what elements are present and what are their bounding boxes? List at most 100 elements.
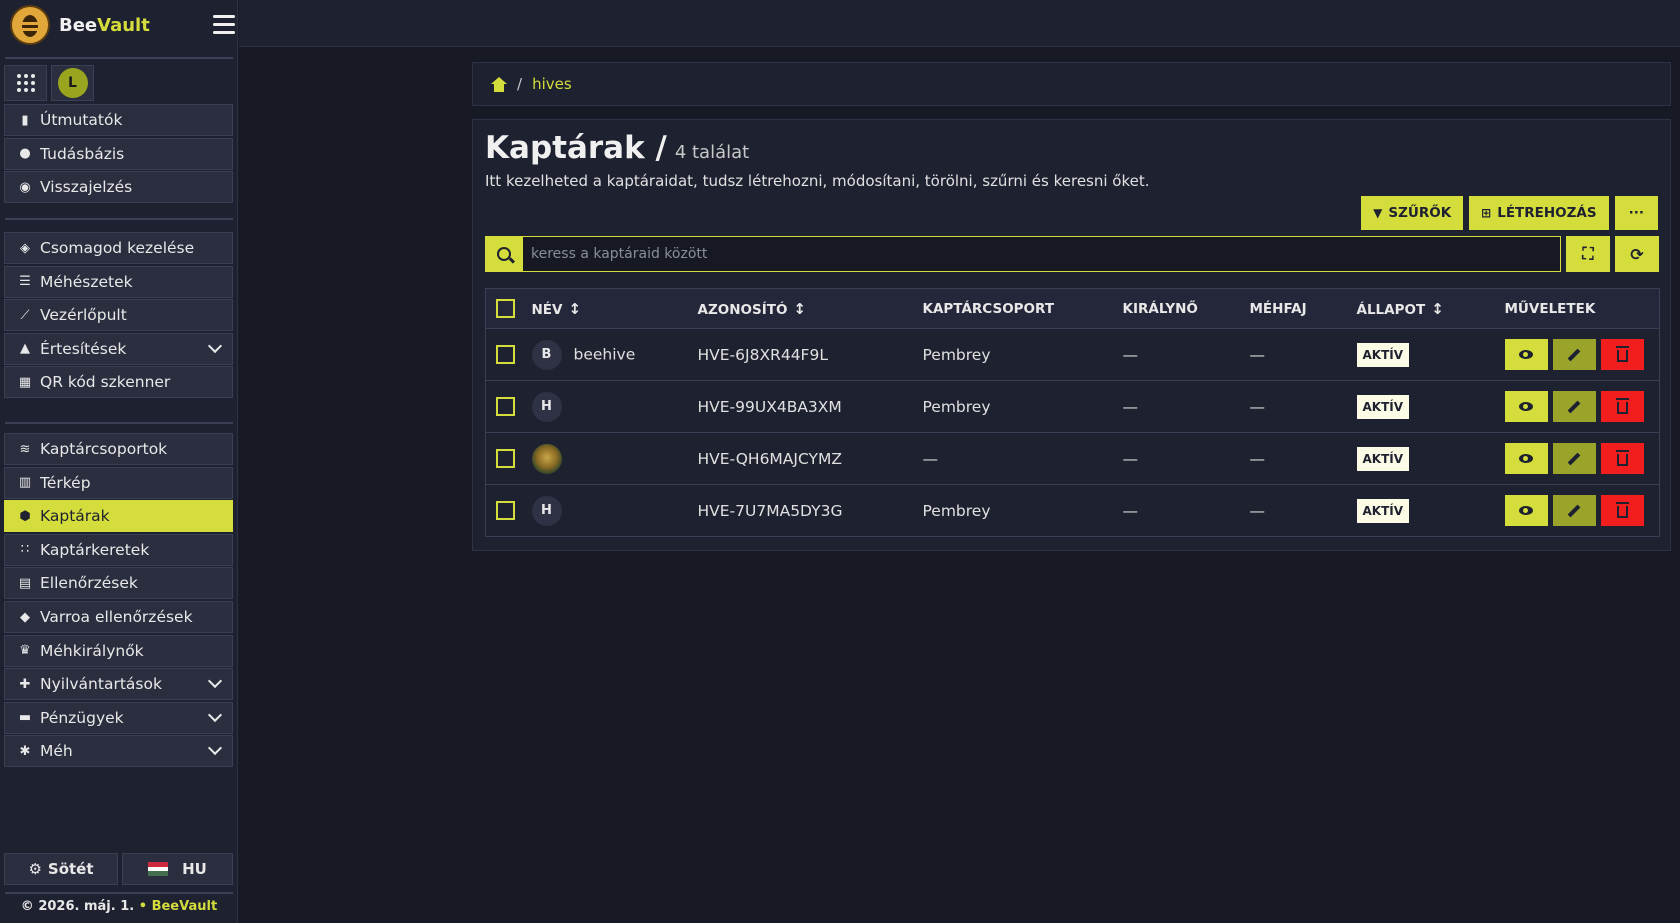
apps-grid-button[interactable] bbox=[4, 65, 47, 101]
sidebar-item-csomagod-kezelése[interactable]: ◈ Csomagod kezelése bbox=[4, 232, 233, 264]
more-options-button[interactable]: ··· bbox=[1614, 196, 1658, 230]
edit-button[interactable] bbox=[1552, 443, 1596, 474]
breadcrumb: / hives bbox=[472, 62, 1671, 106]
search-icon bbox=[496, 247, 511, 261]
filters-button[interactable]: ▼ SZŰRŐK bbox=[1361, 196, 1464, 230]
table-row[interactable]: Bbeehive HVE-6J8XR44F9L Pembrey — — AKTÍV bbox=[485, 328, 1660, 381]
sidebar-item-térkép[interactable]: ▥ Térkép bbox=[4, 466, 233, 499]
hive-queen: — bbox=[1122, 328, 1250, 381]
table-row[interactable]: H HVE-99UX4BA3XM Pembrey — — AKTÍV bbox=[485, 380, 1660, 433]
sidebar-item-kaptárcsoportok[interactable]: ≋ Kaptárcsoportok bbox=[4, 433, 233, 465]
hamburger-menu-icon[interactable] bbox=[213, 15, 235, 35]
hive-species: — bbox=[1249, 328, 1357, 381]
toolbar: ▼ SZŰRŐK ⊞ LÉTREHOZÁS ··· bbox=[1361, 196, 1658, 230]
hive-group: Pembrey bbox=[922, 484, 1123, 537]
chevron-down-icon bbox=[207, 674, 223, 689]
row-checkbox[interactable] bbox=[496, 501, 515, 520]
column-status[interactable]: ÁLLAPOT ↕ bbox=[1356, 288, 1505, 329]
book-icon: ▮ bbox=[21, 112, 29, 128]
sidebar-item-label: Kaptárkeretek bbox=[40, 540, 150, 559]
sidebar-item-label: Vezérlőpult bbox=[40, 306, 127, 325]
copyright: © 2026. máj. 1. • BeeVault bbox=[20, 899, 218, 914]
refresh-icon: ⟳ bbox=[1630, 244, 1644, 264]
sidebar-item-értesítések[interactable]: ▲ Értesítések bbox=[4, 332, 233, 365]
result-count: 4 találat bbox=[674, 142, 750, 163]
sidebar-item-qr-kód-szkenner[interactable]: ▦ QR kód szkenner bbox=[4, 366, 233, 399]
view-button[interactable] bbox=[1504, 391, 1548, 422]
sidebar-item-label: Méhészetek bbox=[40, 272, 133, 291]
search-icon-box bbox=[485, 236, 522, 272]
refresh-button[interactable]: ⟳ bbox=[1615, 236, 1659, 272]
row-checkbox[interactable] bbox=[496, 397, 515, 416]
user-knowledge-icon: ● bbox=[19, 146, 31, 162]
view-button[interactable] bbox=[1504, 339, 1548, 370]
sidebar-item-label: Csomagod kezelése bbox=[40, 239, 195, 257]
sidebar-item-pénzügyek[interactable]: ▬ Pénzügyek bbox=[4, 701, 233, 734]
breadcrumb-separator: / bbox=[517, 75, 523, 93]
column-name[interactable]: NÉV ↕ bbox=[531, 288, 698, 329]
edit-button[interactable] bbox=[1552, 391, 1596, 422]
sidebar-item-label: Visszajelzés bbox=[40, 178, 133, 197]
breadcrumb-current[interactable]: hives bbox=[532, 75, 572, 93]
sidebar-item-tudásbázis[interactable]: ● Tudásbázis bbox=[4, 137, 233, 170]
sidebar-footer-buttons: ⚙ Sötét HU bbox=[4, 853, 233, 885]
sidebar-item-varroa-ellenőrzések[interactable]: ◆ Varroa ellenőrzések bbox=[4, 601, 233, 633]
column-id[interactable]: AZONOSÍTÓ ↕ bbox=[697, 288, 923, 329]
delete-button[interactable] bbox=[1600, 495, 1644, 526]
comment-icon: ◉ bbox=[19, 179, 31, 195]
edit-button[interactable] bbox=[1552, 339, 1596, 370]
sidebar-item-label: Nyilvántartások bbox=[40, 675, 162, 694]
advanced-search-button[interactable]: ⛶ bbox=[1566, 236, 1610, 272]
search-input[interactable] bbox=[522, 236, 1561, 272]
sidebar-item-útmutatók[interactable]: ▮ Útmutatók bbox=[4, 104, 233, 136]
sidebar-item-méhkirálynők[interactable]: ♛ Méhkirálynők bbox=[4, 634, 233, 667]
hive-queen: — bbox=[1122, 484, 1250, 537]
chevron-down-icon bbox=[207, 338, 223, 353]
sidebar-item-kaptárak[interactable]: ⬢ Kaptárak bbox=[4, 500, 233, 533]
hive-group: Pembrey bbox=[922, 380, 1123, 433]
gear-icon: ⚙ bbox=[28, 860, 42, 878]
row-checkbox[interactable] bbox=[496, 345, 515, 364]
sidebar-item-label: Útmutatók bbox=[40, 111, 123, 129]
sidebar-item-visszajelzés[interactable]: ◉ Visszajelzés bbox=[4, 171, 233, 204]
sidebar-item-méhészetek[interactable]: ☰ Méhészetek bbox=[4, 265, 233, 298]
sidebar-item-label: Értesítések bbox=[40, 339, 127, 358]
divider bbox=[5, 57, 233, 59]
eye-icon bbox=[1519, 350, 1533, 359]
edit-button[interactable] bbox=[1552, 495, 1596, 526]
sidebar-item-vezérlőpult[interactable]: ⟋ Vezérlőpult bbox=[4, 299, 233, 332]
delete-button[interactable] bbox=[1600, 339, 1644, 370]
hive-queen: — bbox=[1122, 432, 1250, 485]
view-button[interactable] bbox=[1504, 443, 1548, 474]
delete-button[interactable] bbox=[1600, 443, 1644, 474]
language-button[interactable]: HU bbox=[122, 853, 233, 885]
view-button[interactable] bbox=[1504, 495, 1548, 526]
qrcode-icon: ▦ bbox=[18, 374, 32, 390]
sidebar-item-ellenőrzések[interactable]: ▤ Ellenőrzések bbox=[4, 567, 233, 600]
user-avatar-button[interactable]: L bbox=[51, 65, 94, 101]
table-row[interactable]: HVE-QH6MAJCYMZ — — — AKTÍV bbox=[485, 432, 1660, 485]
row-checkbox[interactable] bbox=[496, 449, 515, 468]
sidebar-item-label: Méhkirálynők bbox=[40, 641, 144, 660]
sidebar-item-kaptárkeretek[interactable]: ∷ Kaptárkeretek bbox=[4, 533, 233, 566]
sidebar-item-méh[interactable]: ✱ Méh bbox=[4, 735, 233, 768]
filter-icon: ▼ bbox=[1373, 206, 1383, 220]
page-title: Kaptárak / 4 találat bbox=[485, 130, 749, 166]
theme-toggle-button[interactable]: ⚙ Sötét bbox=[4, 853, 118, 885]
sidebar-item-label: Tudásbázis bbox=[40, 144, 125, 163]
sidebar-item-nyilvántartások[interactable]: ✚ Nyilvántartások bbox=[4, 668, 233, 701]
home-icon[interactable] bbox=[491, 76, 507, 92]
table-row[interactable]: H HVE-7U7MA5DY3G Pembrey — — AKTÍV bbox=[485, 484, 1660, 537]
hungary-flag-icon bbox=[148, 862, 169, 877]
delete-button[interactable] bbox=[1600, 391, 1644, 422]
brand[interactable]: BeeVault bbox=[10, 5, 235, 45]
sort-icon: ↕ bbox=[793, 299, 806, 318]
wallet-icon: ▬ bbox=[18, 710, 32, 726]
column-species: MÉHFAJ bbox=[1249, 288, 1357, 329]
create-button[interactable]: ⊞ LÉTREHOZÁS bbox=[1469, 196, 1609, 230]
trash-icon bbox=[1615, 398, 1629, 414]
select-all-checkbox[interactable] bbox=[496, 299, 515, 318]
sidebar-item-label: Kaptárak bbox=[40, 507, 110, 526]
ellipsis-icon: ··· bbox=[1628, 205, 1644, 221]
hexagon-icon: ⬢ bbox=[19, 508, 31, 524]
